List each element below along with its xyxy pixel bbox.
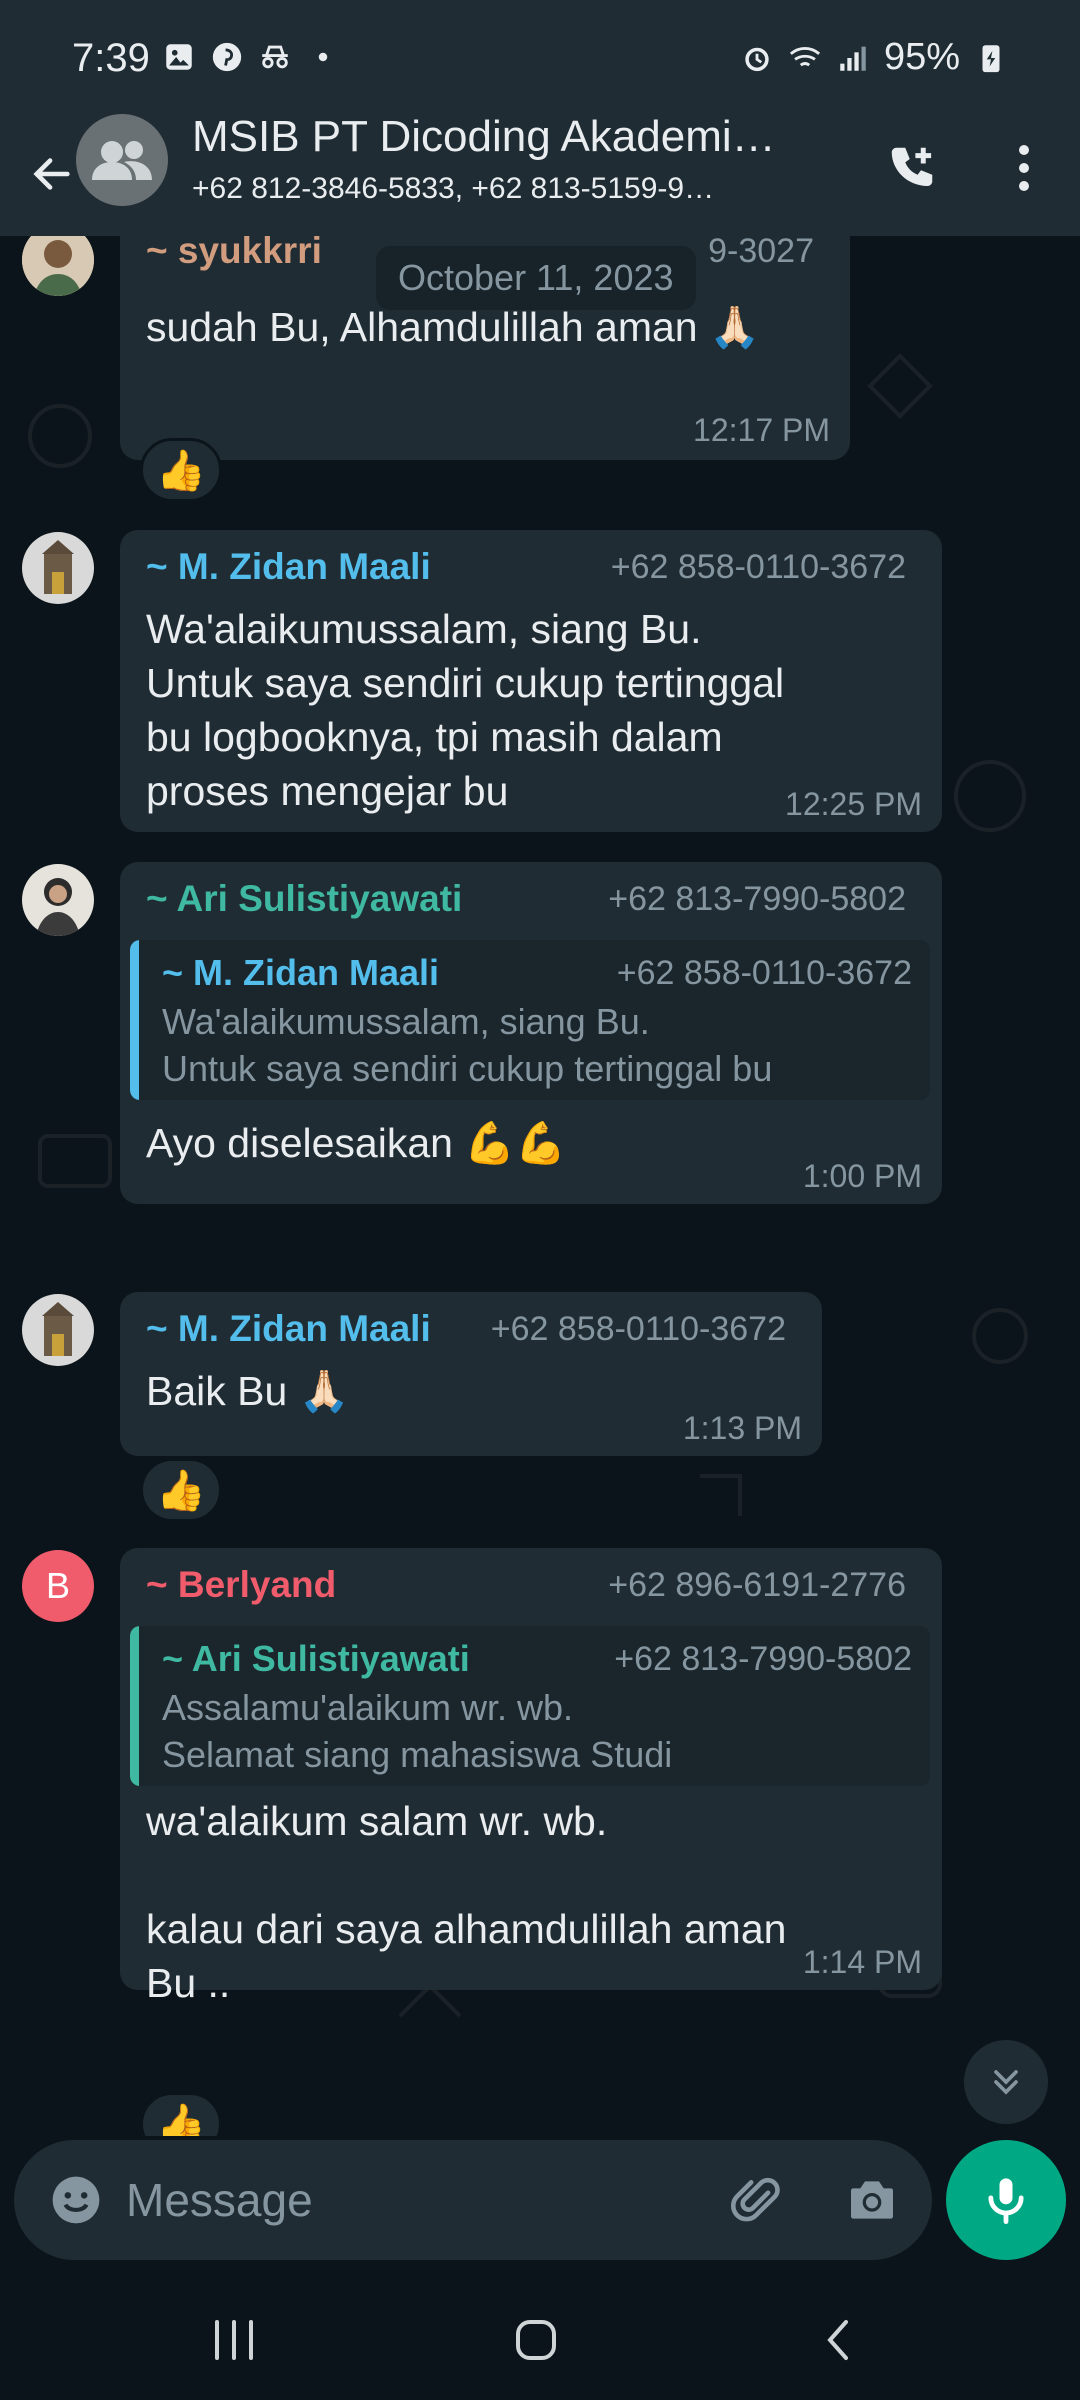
message-list[interactable]: ~ syukkrri 9-3027 sudah Bu, Alhamdulilla… [0, 236, 1080, 2136]
gallery-icon [166, 44, 192, 70]
phone-add-icon [891, 147, 933, 186]
message-time: 12:25 PM [785, 786, 922, 822]
message-text: Baik Bu 🙏🏻 [146, 1368, 350, 1414]
battery-charging-icon [982, 44, 1000, 72]
avatar-initial: B [45, 1565, 70, 1606]
emoji-button[interactable] [40, 2164, 112, 2236]
message-sender-phone: +62 896-6191-2776 [608, 1566, 906, 1604]
quote-accent-bar [130, 1626, 139, 1786]
quoted-text: Assalamu'alaikum wr. wb. Selamat siang m… [162, 1687, 852, 1786]
message-time: 1:14 PM [802, 1944, 922, 1980]
message-sender[interactable]: ~ Ari Sulistiyawati [146, 878, 462, 920]
avatar-berlyand[interactable]: B [22, 1550, 94, 1622]
message-text: Ayo diselesaikan 💪💪 [146, 1120, 567, 1166]
quoted-sender: ~ Ari Sulistiyawati [162, 1638, 470, 1679]
group-title: MSIB PT Dicoding Akademi… [192, 112, 776, 161]
incognito-icon [262, 45, 288, 69]
battery-percent: 95% [883, 36, 960, 78]
message-time: 1:00 PM [802, 1158, 922, 1194]
arrow-back-icon [33, 158, 70, 190]
wifi-icon [789, 46, 821, 66]
recents-icon [215, 2320, 253, 2360]
home-button[interactable] [486, 2300, 586, 2380]
chevron-left-icon [827, 2320, 848, 2360]
compose-bar [14, 2140, 932, 2260]
emoji-icon [52, 2176, 100, 2224]
avatar-zidan[interactable] [22, 1294, 94, 1366]
group-avatar[interactable] [76, 114, 168, 206]
reaction-badge[interactable]: 👍 [140, 438, 222, 502]
temple-photo-icon [22, 532, 94, 604]
message-text: wa'alaikum salam wr. wb. kalau dari saya… [146, 1798, 787, 2006]
attach-button[interactable] [720, 2164, 792, 2236]
quoted-message[interactable]: ~ Ari Sulistiyawati +62 813-7990-5802 As… [130, 1626, 930, 1786]
message-sender-phone: +62 858-0110-3672 [490, 1310, 786, 1348]
message-input[interactable] [126, 2166, 686, 2234]
camera-button[interactable] [836, 2164, 908, 2236]
microphone-icon [988, 2178, 1024, 2225]
avatar-zidan[interactable] [22, 532, 94, 604]
back-nav-button[interactable] [788, 2300, 888, 2380]
recent-apps-button[interactable] [184, 2300, 284, 2380]
quoted-sender-phone: +62 858-0110-3672 [616, 954, 912, 992]
status-left-icons [162, 40, 340, 74]
message-sender[interactable]: ~ syukkrri [146, 236, 322, 272]
quoted-sender-phone: +62 813-7990-5802 [614, 1640, 912, 1678]
message-bubble[interactable]: ~ M. Zidan Maali +62 858-0110-3672 Wa'al… [120, 530, 942, 832]
message-sender[interactable]: ~ Berlyand [146, 1564, 336, 1606]
message-sender[interactable]: ~ M. Zidan Maali [146, 1308, 431, 1350]
alarm-icon [745, 47, 769, 71]
status-right-icons: 95% [740, 36, 1008, 79]
message-time: 1:13 PM [682, 1410, 802, 1446]
system-navigation-bar [0, 2270, 1080, 2400]
voice-message-button[interactable] [946, 2140, 1066, 2260]
group-icon [92, 141, 152, 180]
avatar-ari[interactable] [22, 864, 94, 936]
pinterest-icon [212, 42, 242, 72]
signal-icon [840, 46, 866, 71]
paperclip-icon [731, 2177, 780, 2222]
quote-accent-bar [130, 940, 139, 1100]
message-sender-phone: +62 813-7990-5802 [608, 880, 906, 918]
message-bubble[interactable]: ~ M. Zidan Maali +62 858-0110-3672 Baik … [120, 1292, 822, 1456]
quoted-message[interactable]: ~ M. Zidan Maali +62 858-0110-3672 Wa'al… [130, 940, 930, 1100]
camera-icon [851, 2181, 893, 2219]
dot-icon [318, 52, 328, 62]
home-icon [516, 2320, 556, 2360]
message-time: 12:17 PM [693, 412, 830, 448]
date-chip: October 11, 2023 [376, 246, 696, 310]
message-text: Wa'alaikumussalam, siang Bu. Untuk saya … [146, 606, 785, 814]
message-sender-phone: +62 858-0110-3672 [610, 548, 906, 586]
more-vert-icon [1019, 145, 1029, 191]
group-members: +62 812-3846-5833, +62 813-5159-9… [192, 172, 715, 205]
status-time: 7:39 [72, 36, 150, 80]
more-options-button[interactable] [994, 128, 1054, 208]
status-bar: 7:39 95% [0, 0, 1080, 120]
reaction-badge[interactable]: 👍 [140, 2092, 222, 2136]
add-call-button[interactable] [872, 128, 952, 208]
message-sender[interactable]: ~ M. Zidan Maali [146, 546, 431, 588]
person-photo-icon [22, 864, 94, 936]
scroll-to-bottom-button[interactable] [964, 2040, 1048, 2124]
reaction-badge[interactable]: 👍 [140, 1458, 222, 1522]
quoted-sender: ~ M. Zidan Maali [162, 952, 440, 993]
temple-photo-icon [22, 1294, 94, 1366]
message-bubble[interactable]: ~ Ari Sulistiyawati +62 813-7990-5802 ~ … [120, 862, 942, 1204]
quoted-text: Wa'alaikumussalam, siang Bu. Untuk saya … [162, 1001, 832, 1100]
message-bubble[interactable]: ~ Berlyand +62 896-6191-2776 ~ Ari Sulis… [120, 1548, 942, 2006]
double-chevron-down-icon [994, 2070, 1018, 2095]
message-sender-phone: 9-3027 [708, 236, 814, 270]
